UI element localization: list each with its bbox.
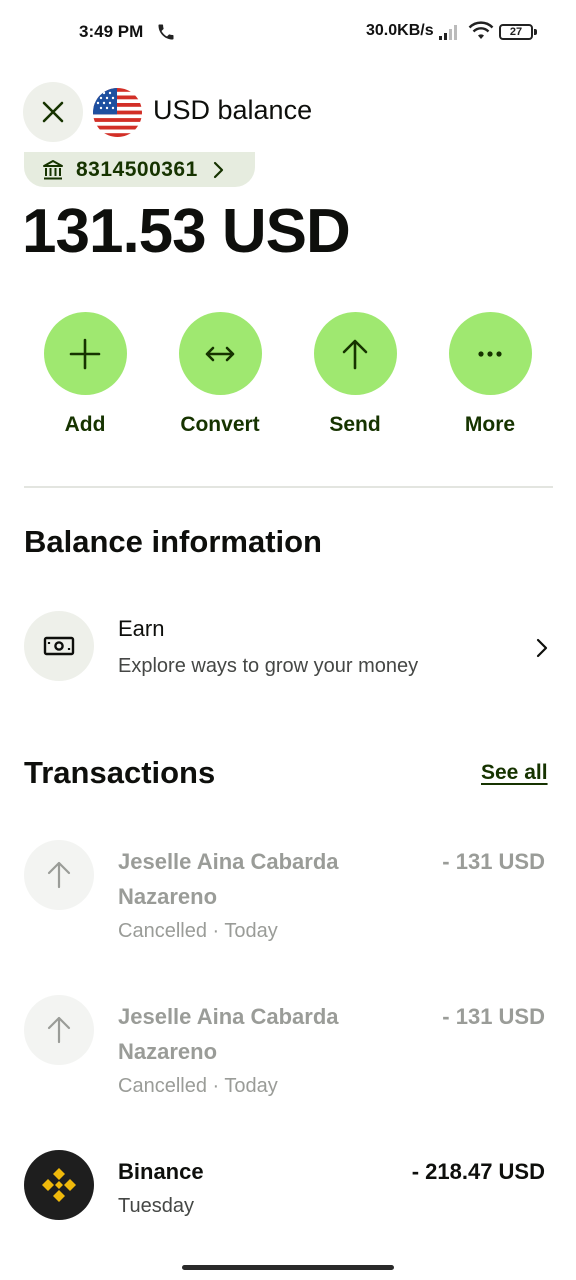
balance-amount: 131.53 USD bbox=[22, 197, 351, 266]
battery-icon: 27 bbox=[499, 23, 539, 41]
transaction-name: Jeselle Aina Cabarda Nazareno bbox=[118, 849, 339, 909]
banknote-icon bbox=[43, 636, 75, 656]
chevron-right-icon bbox=[536, 638, 548, 658]
wifi-icon bbox=[468, 21, 494, 39]
more-dots-icon bbox=[478, 350, 502, 357]
earn-icon-wrap bbox=[24, 611, 94, 681]
add-button[interactable]: Add bbox=[25, 312, 145, 437]
signal-icon bbox=[439, 25, 457, 40]
balance-info-heading: Balance information bbox=[24, 524, 322, 559]
phone-call-icon bbox=[158, 24, 174, 40]
convert-button[interactable]: Convert bbox=[160, 312, 280, 437]
convert-arrows-icon bbox=[205, 346, 235, 361]
transaction-icon-wrap bbox=[24, 840, 94, 910]
more-button[interactable]: More bbox=[430, 312, 550, 437]
transaction-row[interactable]: Jeselle Aina Cabarda Nazareno - 131 USD … bbox=[0, 995, 576, 1115]
transaction-row[interactable]: Jeselle Aina Cabarda Nazareno - 131 USD … bbox=[0, 840, 576, 960]
convert-label: Convert bbox=[180, 413, 260, 436]
page-title: USD balance bbox=[153, 95, 313, 125]
us-flag-icon bbox=[93, 88, 142, 137]
transaction-amount: - 131 USD bbox=[442, 849, 545, 874]
send-button[interactable]: Send bbox=[295, 312, 415, 437]
divider bbox=[24, 486, 553, 488]
bank-icon bbox=[43, 159, 63, 179]
transaction-name: Jeselle Aina Cabarda Nazareno bbox=[118, 1004, 339, 1064]
arrow-up-icon bbox=[47, 1016, 71, 1044]
close-icon bbox=[42, 101, 64, 123]
see-all-link[interactable]: See all bbox=[481, 761, 548, 785]
earn-subtitle: Explore ways to grow your money bbox=[118, 655, 419, 677]
home-indicator[interactable] bbox=[182, 1265, 394, 1270]
status-time: 3:49 PM bbox=[79, 22, 144, 41]
account-number: 8314500361 bbox=[76, 157, 198, 181]
more-circle[interactable] bbox=[448, 312, 532, 395]
status-bar: 3:49 PM 30.0KB/s 27 bbox=[0, 0, 576, 64]
arrow-up-icon bbox=[342, 339, 368, 369]
transaction-meta: Cancelled · Today bbox=[118, 1075, 278, 1097]
action-bar: Add Convert Send More bbox=[0, 312, 576, 442]
earn-row[interactable]: Earn Explore ways to grow your money bbox=[0, 600, 576, 700]
add-circle[interactable] bbox=[43, 312, 127, 395]
arrow-up-icon bbox=[47, 861, 71, 889]
battery-level: 27 bbox=[499, 24, 533, 40]
add-label: Add bbox=[64, 413, 106, 436]
transaction-meta: Cancelled · Today bbox=[118, 920, 278, 942]
account-details-chip[interactable]: 8314500361 bbox=[24, 152, 255, 187]
chevron-right-icon bbox=[213, 161, 223, 178]
send-label: Send bbox=[329, 413, 381, 436]
close-button[interactable] bbox=[23, 82, 83, 142]
transactions-heading: Transactions bbox=[24, 755, 216, 790]
send-circle[interactable] bbox=[313, 312, 397, 395]
more-label: More bbox=[464, 413, 516, 436]
convert-circle[interactable] bbox=[178, 312, 262, 395]
transaction-amount: - 218.47 USD bbox=[411, 1159, 545, 1184]
transaction-row[interactable]: Binance - 218.47 USD Tuesday bbox=[0, 1150, 576, 1230]
network-speed: 30.0KB/s bbox=[366, 22, 434, 39]
binance-logo-icon bbox=[24, 1150, 94, 1220]
transaction-amount: - 131 USD bbox=[442, 1004, 545, 1029]
earn-title: Earn bbox=[118, 616, 165, 641]
transaction-name: Binance bbox=[118, 1159, 204, 1184]
transaction-meta: Tuesday bbox=[118, 1195, 194, 1217]
plus-icon bbox=[69, 338, 101, 369]
transaction-icon-wrap bbox=[24, 995, 94, 1065]
